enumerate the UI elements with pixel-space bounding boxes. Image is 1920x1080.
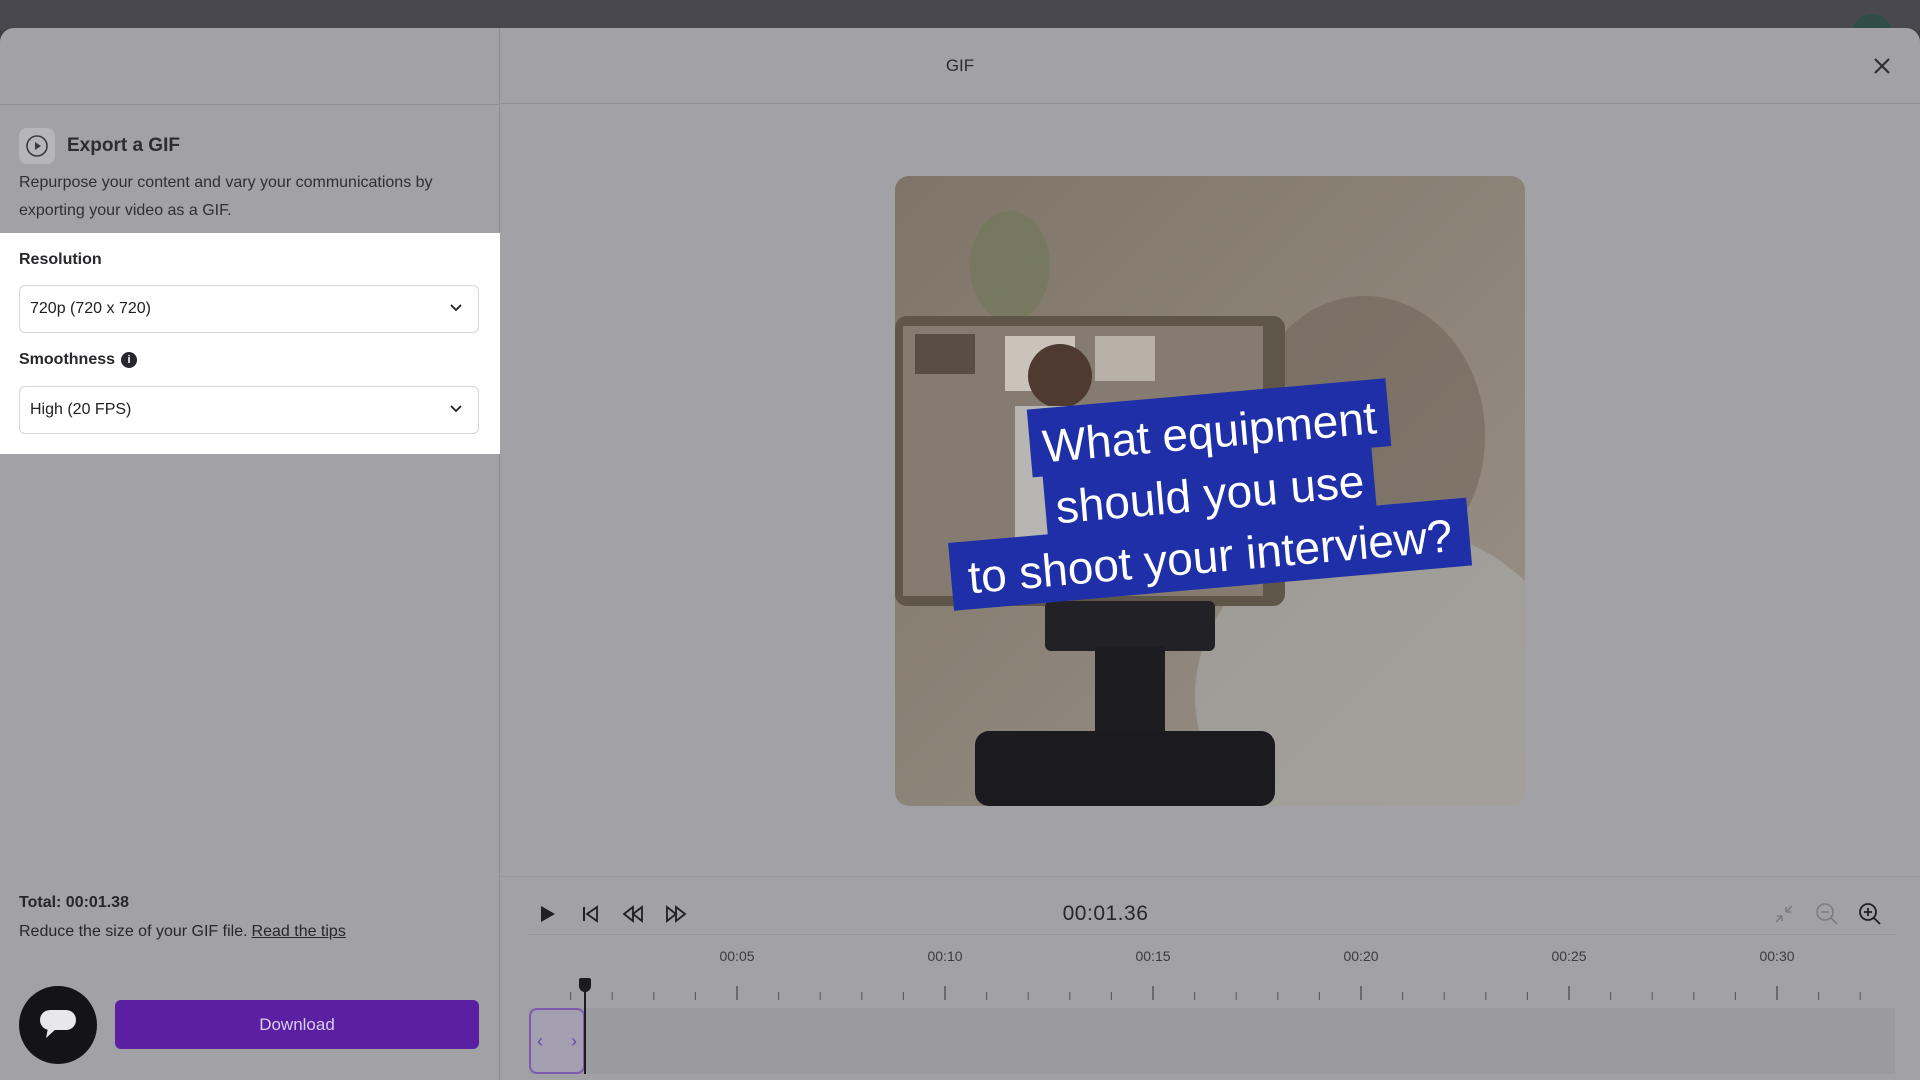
total-duration: Total: 00:01.38 (19, 894, 129, 911)
playhead-line (584, 988, 586, 1074)
video-preview[interactable]: What equipment should you use to shoot y… (895, 176, 1525, 806)
player-controls: 00:01.36 (501, 894, 1920, 934)
resolution-label: Resolution (19, 251, 102, 269)
smoothness-value: High (20 FPS) (30, 401, 132, 418)
timeline-ruler (570, 986, 1861, 1000)
chat-icon (38, 1006, 78, 1045)
chevron-right-icon: › (571, 1030, 577, 1051)
tick-label-5s: 00:05 (719, 948, 755, 964)
resolution-label-text: Resolution (19, 251, 102, 268)
shrink-icon[interactable] (1770, 900, 1798, 928)
zoom-in-icon[interactable] (1856, 900, 1884, 928)
smoothness-select[interactable]: High (20 FPS) (19, 386, 479, 434)
modal-title: GIF (945, 56, 975, 75)
zoom-out-icon[interactable] (1813, 900, 1841, 928)
chevron-down-icon (448, 299, 464, 320)
modal-header: GIF (501, 28, 1920, 104)
reduce-size-note: Reduce the size of your GIF file. Read th… (19, 923, 346, 941)
settings-form: Resolution 720p (720 x 720) Smoothness i… (0, 233, 500, 454)
resolution-select[interactable]: 720p (720 x 720) (19, 285, 479, 333)
tick-label-10s: 00:10 (927, 948, 963, 964)
close-icon[interactable] (1870, 54, 1894, 78)
download-button[interactable]: Download (115, 1000, 479, 1049)
reduce-size-text: Reduce the size of your GIF file. (19, 923, 248, 940)
tick-label-15s: 00:15 (1135, 948, 1171, 964)
export-description: Repurpose your content and vary your com… (19, 174, 433, 219)
playback-timecode: 00:01.36 (1062, 902, 1149, 925)
resolution-value: 720p (720 x 720) (30, 300, 151, 317)
divider (529, 934, 1895, 935)
read-tips-link[interactable]: Read the tips (252, 923, 346, 940)
chevron-down-icon (448, 400, 464, 421)
export-title: Export a GIF (67, 135, 180, 156)
divider (501, 876, 1920, 877)
info-icon[interactable]: i (121, 352, 138, 368)
tick-label-30s: 00:30 (1759, 948, 1795, 964)
range-selection-handle[interactable]: ‹ › (529, 1008, 585, 1074)
play-circle-icon (19, 128, 55, 164)
playhead-handle[interactable] (579, 978, 591, 992)
timeline-track[interactable] (529, 1008, 1895, 1074)
timeline[interactable]: 00:05 00:10 00:15 00:20 00:25 00:30 ‹ › (529, 948, 1895, 1074)
tick-label-25s: 00:25 (1551, 948, 1587, 964)
export-header: Export a GIF (19, 128, 180, 164)
preview-area: GIF What equipment should you use to sho… (501, 28, 1920, 1080)
smoothness-label-text: Smoothness (19, 351, 116, 368)
gif-export-modal: Export a GIF Repurpose your content and … (0, 28, 1920, 1080)
tick-label-20s: 00:20 (1343, 948, 1379, 964)
export-settings-panel: Export a GIF Repurpose your content and … (0, 28, 500, 1080)
chevron-left-icon: ‹ (537, 1030, 543, 1051)
smoothness-label: Smoothness i (19, 351, 138, 369)
background-app-bar (0, 0, 1920, 54)
divider (0, 104, 500, 105)
chat-button[interactable] (19, 986, 97, 1064)
